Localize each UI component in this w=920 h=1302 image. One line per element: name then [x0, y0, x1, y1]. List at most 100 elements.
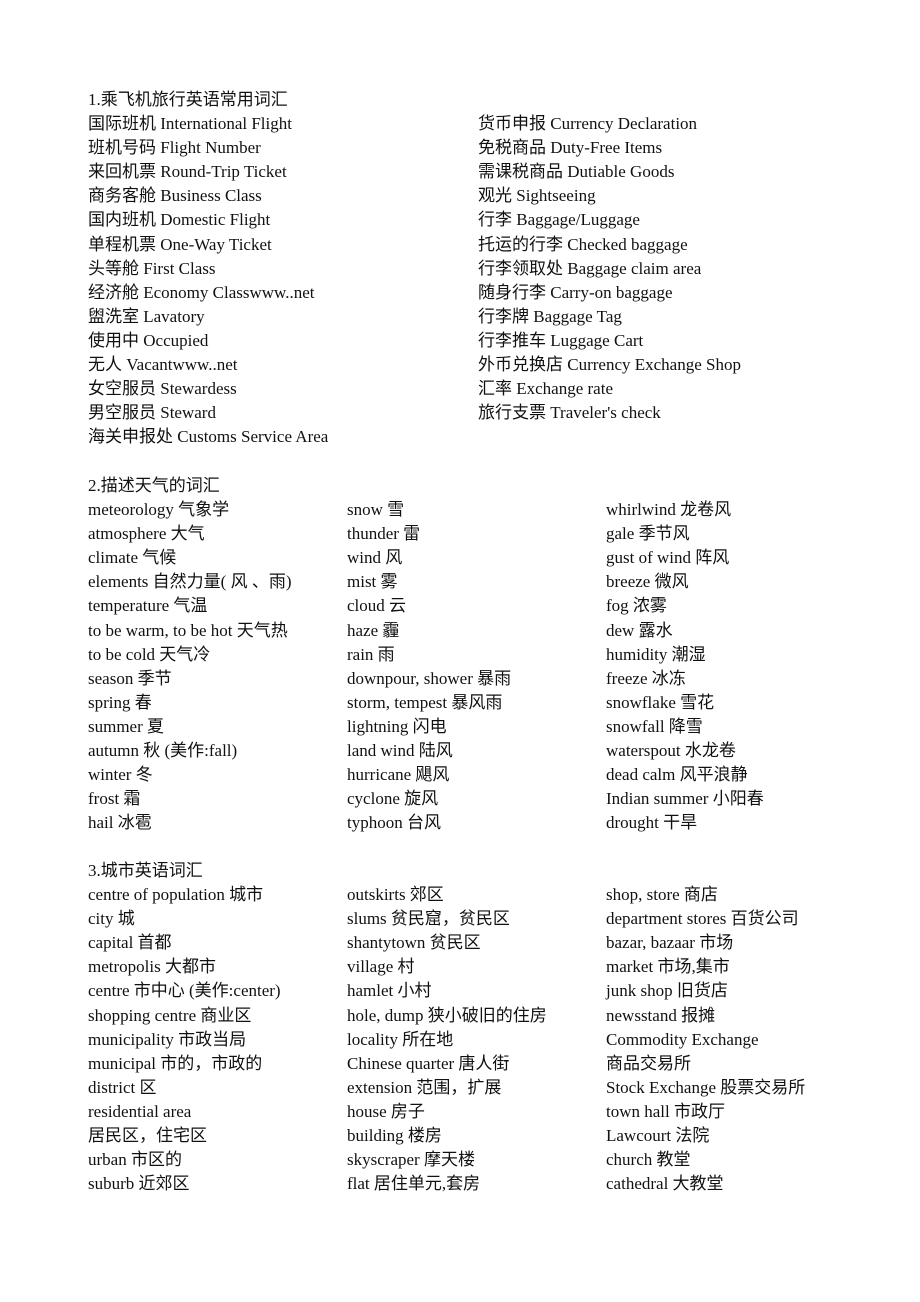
vocab-entry: bazar, bazaar 市场 — [606, 933, 734, 953]
vocab-entry: 使用中 Occupied — [88, 330, 209, 350]
vocab-entry: 居民区，住宅区 — [88, 1126, 207, 1146]
vocab-entry: municipal 市的，市政的 — [88, 1053, 263, 1073]
vocab-entry: 需课税商品 Dutiable Goods — [478, 162, 675, 182]
vocab-entry: 行李 Baggage/Luggage — [478, 210, 640, 230]
section-city: 3.城市英语词汇 centre of population 城市 city 城 ca… — [88, 859, 805, 1193]
vocab-entry: urban 市区的 — [88, 1150, 182, 1170]
vocab-entry: district 区 — [88, 1077, 157, 1097]
vocab-entry: freeze 冰冻 — [606, 668, 686, 688]
vocab-entry: metropolis 大都市 — [88, 957, 216, 977]
vocab-column: whirlwind 龙卷风 gale 季节风 gust of wind 阵风 bree… — [606, 498, 764, 835]
vocab-entry: cathedral 大教堂 — [606, 1174, 724, 1194]
vocab-entry: whirlwind 龙卷风 — [606, 500, 732, 520]
vocab-entry: 货币申报 Currency Declaration — [478, 114, 698, 134]
section-title: 3.城市英语词汇 — [88, 861, 203, 880]
vocab-entry: residential area — [88, 1101, 192, 1121]
vocab-entry: wind 风 — [347, 548, 403, 568]
vocab-entry: centre of population 城市 — [88, 885, 264, 905]
vocab-entry: 头等舱 First Class — [88, 258, 216, 278]
vocab-entry: spring 春 — [88, 692, 152, 712]
vocab-entry: Lawcourt 法院 — [606, 1126, 710, 1146]
vocab-entry: Chinese quarter 唐人街 — [347, 1053, 510, 1073]
vocab-column: meteorology 气象学 atmosphere 大气 climate 气候 el… — [88, 498, 292, 835]
vocab-column: outskirts 郊区 slums 贫民窟，贫民区 shantytown 贫民区 v… — [347, 883, 547, 1196]
vocab-entry: 来回机票 Round-Trip Ticket — [88, 162, 287, 182]
section-air-travel: 1.乘飞机旅行英语常用词汇 国际班机 International Flight 班… — [88, 88, 741, 446]
vocab-entry: market 市场,集市 — [606, 957, 730, 977]
vocab-entry: drought 干旱 — [606, 813, 698, 833]
vocab-entry: dew 露水 — [606, 620, 673, 640]
vocab-entry: 汇率 Exchange rate — [478, 379, 613, 399]
vocab-entry: 商品交易所 — [606, 1053, 691, 1073]
vocab-entry: 随身行李 Carry-on baggage — [478, 282, 673, 302]
vocab-entry: 班机号码 Flight Number — [88, 138, 261, 158]
vocab-entry: to be cold 天气冷 — [88, 644, 211, 664]
vocab-entry: town hall 市政厅 — [606, 1101, 725, 1121]
vocab-entry: 国内班机 Domestic Flight — [88, 210, 271, 230]
section-weather: 2.描述天气的词汇 meteorology 气象学 atmosphere 大气 cl… — [88, 474, 764, 832]
vocab-entry: season 季节 — [88, 668, 172, 688]
vocab-entry: waterspout 水龙卷 — [606, 741, 736, 761]
vocab-entry: junk shop 旧货店 — [606, 981, 728, 1001]
vocab-entry: 男空服员 Steward — [88, 403, 216, 423]
vocab-entry: hurricane 飓风 — [347, 765, 450, 785]
vocab-entry: 女空服员 Stewardess — [88, 379, 237, 399]
vocab-entry: autumn 秋 (美作:fall) — [88, 741, 238, 761]
vocab-entry: dead calm 风平浪静 — [606, 765, 748, 785]
vocab-entry: 海关申报处 Customs Service Area — [88, 427, 329, 447]
vocab-entry: temperature 气温 — [88, 596, 208, 616]
vocab-entry: shopping centre 商业区 — [88, 1005, 252, 1025]
vocab-entry: lightning 闪电 — [347, 716, 447, 736]
vocab-entry: 国际班机 International Flight — [88, 114, 292, 134]
vocab-entry: frost 霜 — [88, 789, 141, 809]
vocab-entry: city 城 — [88, 909, 135, 929]
vocab-entry: village 村 — [347, 957, 415, 977]
vocab-entry: hole, dump 狭小破旧的住房 — [347, 1005, 547, 1025]
vocab-entry: building 楼房 — [347, 1126, 442, 1146]
vocab-entry: cloud 云 — [347, 596, 407, 616]
vocab-entry: storm, tempest 暴风雨 — [347, 692, 503, 712]
vocab-entry: shop, store 商店 — [606, 885, 718, 905]
vocab-entry: 商务客舱 Business Class — [88, 186, 262, 206]
vocab-entry: skyscraper 摩天楼 — [347, 1150, 475, 1170]
vocab-entry: extension 范围，扩展 — [347, 1077, 502, 1097]
vocab-entry: flat 居住单元,套房 — [347, 1174, 481, 1194]
vocab-entry: 行李领取处 Baggage claim area — [478, 258, 702, 278]
vocab-entry: haze 霾 — [347, 620, 400, 640]
vocab-entry: climate 气候 — [88, 548, 177, 568]
vocab-entry: hail 冰雹 — [88, 813, 152, 833]
vocab-entry: 观光 Sightseeing — [478, 186, 596, 206]
vocab-entry: 免税商品 Duty-Free Items — [478, 138, 663, 158]
vocab-entry: centre 市中心 (美作:center) — [88, 981, 281, 1001]
vocab-entry: snowfall 降雪 — [606, 716, 703, 736]
vocab-entry: Indian summer 小阳春 — [606, 789, 764, 809]
vocab-entry: snowflake 雪花 — [606, 692, 715, 712]
vocab-entry: breeze 微风 — [606, 572, 689, 592]
vocab-column: 货币申报 Currency Declaration 免税商品 Duty-Free … — [478, 112, 741, 425]
vocab-entry: Stock Exchange 股票交易所 — [606, 1077, 806, 1097]
vocab-entry: shantytown 贫民区 — [347, 933, 481, 953]
vocab-entry: Commodity Exchange — [606, 1029, 759, 1049]
vocab-entry: 单程机票 One-Way Ticket — [88, 234, 272, 254]
vocab-entry: mist 雾 — [347, 572, 398, 592]
vocab-entry: meteorology 气象学 — [88, 500, 230, 520]
vocab-entry: capital 首都 — [88, 933, 172, 953]
vocab-column: shop, store 商店 department stores 百货公司 baza… — [606, 883, 805, 1196]
vocab-entry: land wind 陆风 — [347, 741, 453, 761]
vocab-entry: hamlet 小村 — [347, 981, 432, 1001]
vocab-entry: department stores 百货公司 — [606, 909, 799, 929]
vocab-entry: winter 冬 — [88, 765, 153, 785]
vocab-entry: 行李推车 Luggage Cart — [478, 330, 644, 350]
vocab-entry: summer 夏 — [88, 716, 165, 736]
vocab-entry: 旅行支票 Traveler's check — [478, 403, 661, 423]
section-title: 1.乘飞机旅行英语常用词汇 — [88, 90, 288, 109]
vocab-column: snow 雪 thunder 雷 wind 风 mist 雾 cloud 云 haze 霾… — [347, 498, 511, 835]
section-title: 2.描述天气的词汇 — [88, 476, 220, 495]
vocab-entry: house 房子 — [347, 1101, 425, 1121]
vocab-entry: municipality 市政当局 — [88, 1029, 247, 1049]
vocab-entry: atmosphere 大气 — [88, 524, 205, 544]
vocab-entry: 盥洗室 Lavatory — [88, 306, 205, 326]
vocab-entry: church 教堂 — [606, 1150, 691, 1170]
vocab-entry: to be warm, to be hot 天气热 — [88, 620, 288, 640]
vocab-entry: locality 所在地 — [347, 1029, 454, 1049]
